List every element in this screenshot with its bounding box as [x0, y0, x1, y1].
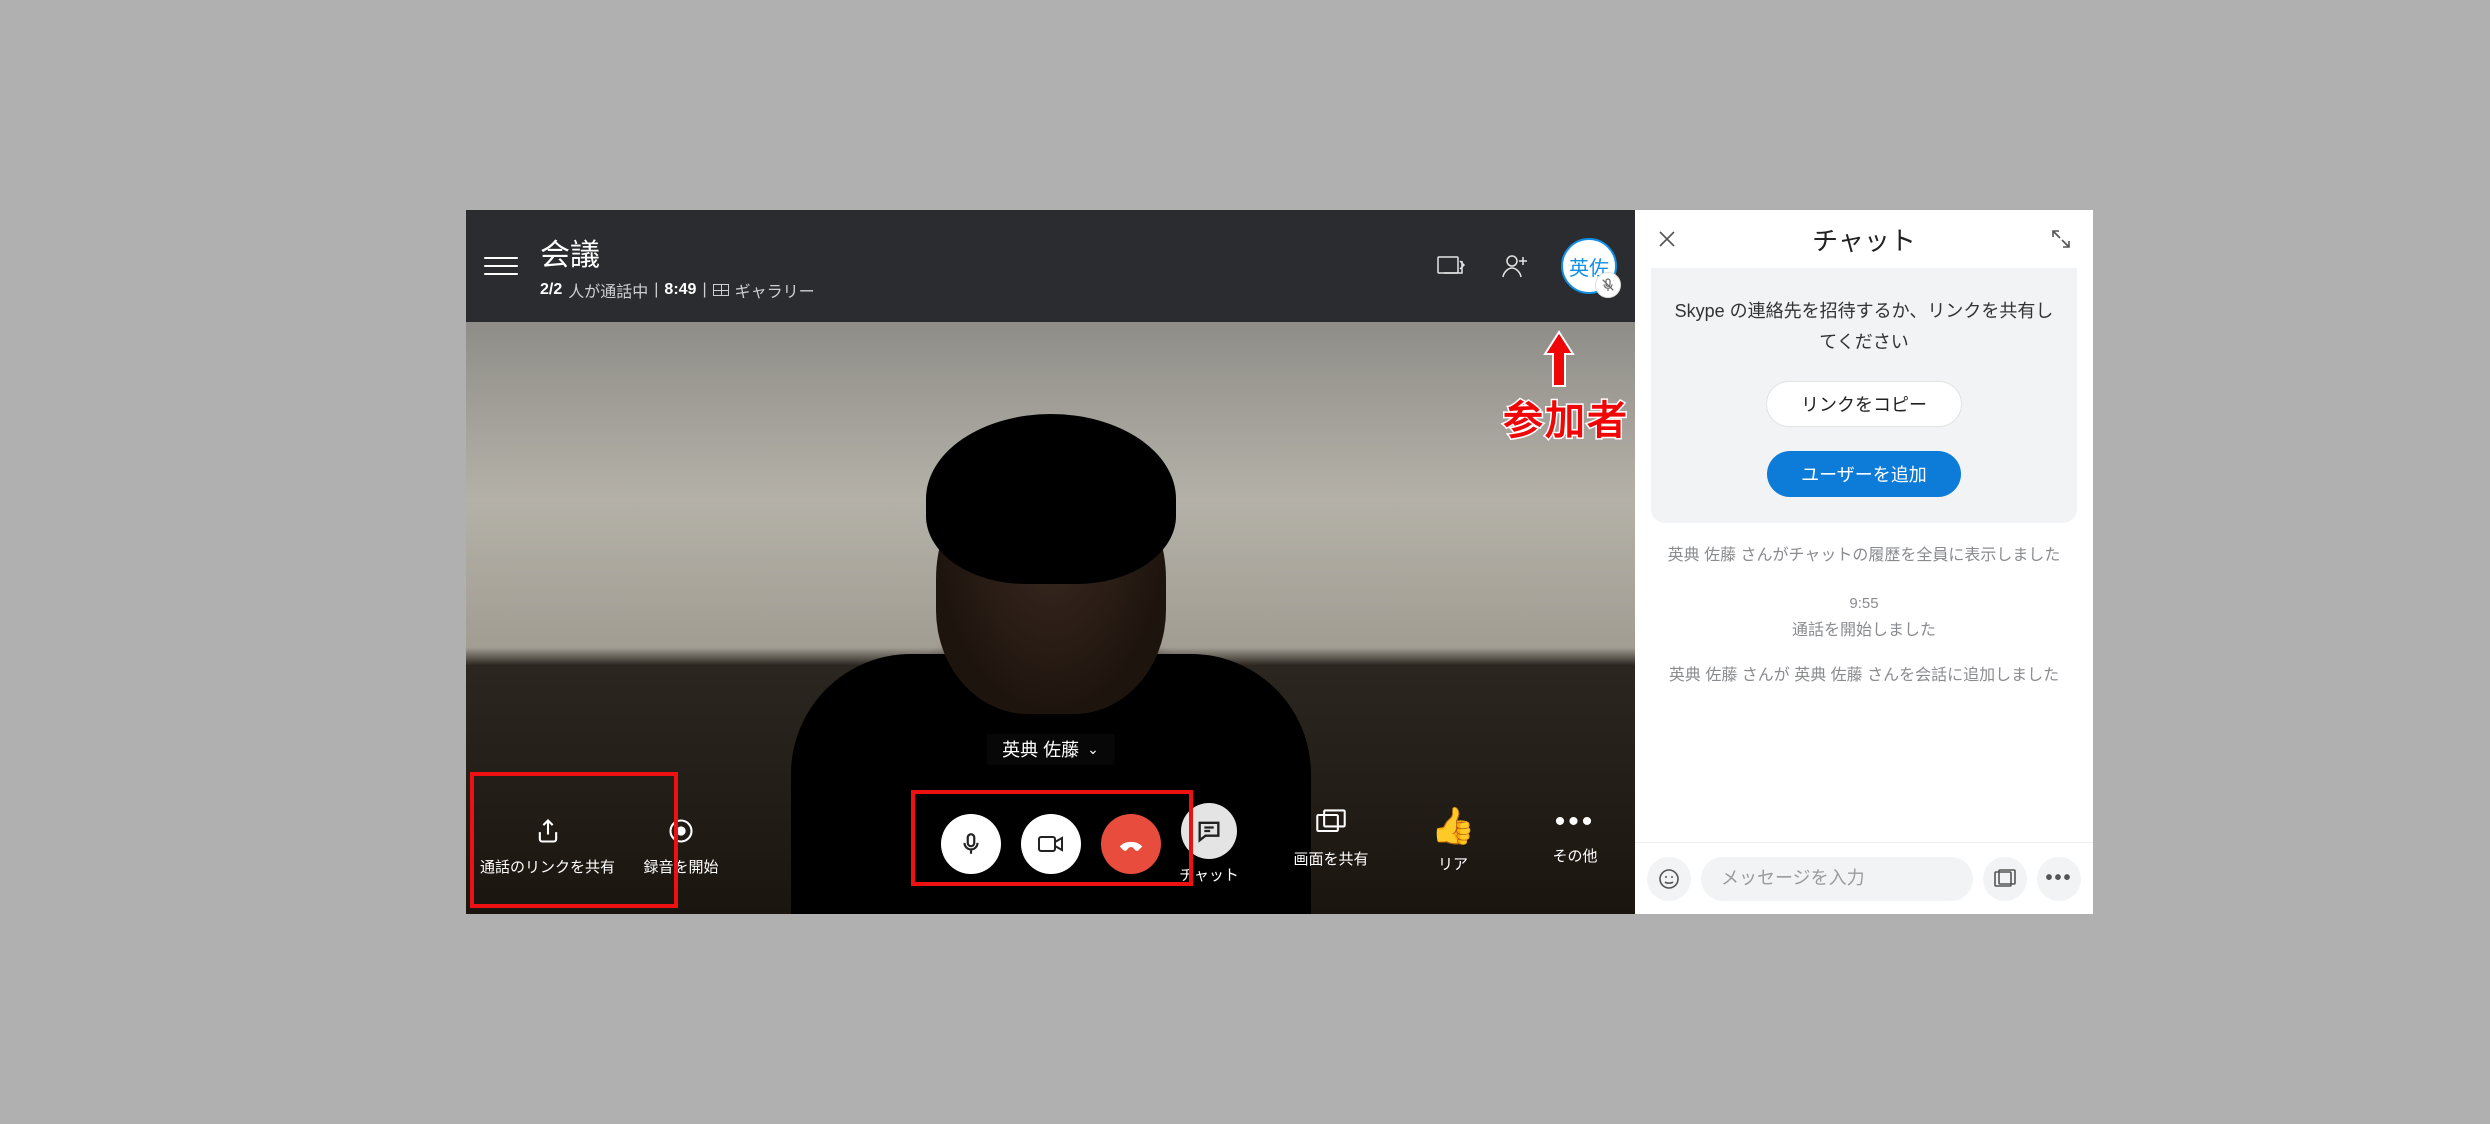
start-record-button[interactable]: 録音を開始 — [639, 811, 723, 878]
chat-panel: チャット Skype の連絡先を招待するか、リンクを共有してください リンクをコ… — [1635, 210, 2093, 914]
emoji-button[interactable] — [1647, 857, 1691, 901]
view-label: ギャラリー — [735, 278, 815, 302]
system-message-1: 英典 佐藤 さんがチャットの履歴を全員に表示しました — [1668, 543, 2061, 569]
system-message-2: 通話を開始しました — [1792, 618, 1936, 644]
copy-link-button[interactable]: リンクをコピー — [1766, 381, 1962, 427]
more-options-button[interactable]: ••• その他 — [1533, 803, 1617, 867]
mic-muted-icon — [1595, 272, 1621, 298]
invite-card: Skype の連絡先を招待するか、リンクを共有してください リンクをコピー ユー… — [1651, 268, 2077, 523]
more-label: その他 — [1552, 848, 1597, 867]
reaction-button[interactable]: 👍 リア — [1411, 803, 1495, 875]
attach-image-button[interactable] — [1983, 857, 2027, 901]
chevron-down-icon: ⌄ — [1087, 741, 1099, 758]
close-chat-button[interactable] — [1651, 223, 1683, 255]
call-header: 会議 2/2 人が通話中 | 8:49 | ギャラリー 英佐 — [466, 210, 1635, 322]
input-more-button[interactable]: ••• — [2037, 857, 2081, 901]
participants-count: 2/2 — [540, 281, 562, 299]
call-status-line: 2/2 人が通話中 | 8:49 | ギャラリー — [540, 278, 815, 302]
call-title-block: 会議 2/2 人が通話中 | 8:49 | ギャラリー — [540, 230, 815, 302]
share-screen-label: 画面を共有 — [1293, 851, 1368, 870]
system-message-3: 英典 佐藤 さんが 英典 佐藤 さんを会話に追加しました — [1669, 663, 2059, 689]
mic-toggle-button[interactable] — [941, 814, 1001, 874]
open-chat-button[interactable]: チャット — [1167, 803, 1251, 886]
timestamp: 9:55 — [1849, 595, 1878, 612]
record-icon — [661, 811, 701, 851]
add-user-label: ユーザーを追加 — [1801, 461, 1927, 487]
chat-input-row: ••• — [1635, 842, 2093, 914]
add-user-button[interactable]: ユーザーを追加 — [1767, 451, 1961, 497]
hangup-button[interactable] — [1101, 814, 1161, 874]
share-screen-icon — [1311, 803, 1351, 843]
chat-label: チャット — [1179, 867, 1239, 886]
share-icon — [528, 811, 568, 851]
status-label: 人が通話中 — [568, 278, 648, 302]
call-duration: 8:49 — [664, 281, 696, 299]
remote-participant-label[interactable]: 英典 佐藤 ⌄ — [986, 734, 1115, 765]
add-participant-button[interactable] — [1493, 244, 1537, 288]
thumbs-up-icon: 👍 — [1431, 803, 1476, 848]
reaction-label: リア — [1438, 856, 1468, 875]
status-sep2: | — [702, 281, 706, 299]
expand-chat-button[interactable] — [2045, 223, 2077, 255]
chat-icon — [1181, 803, 1237, 859]
chat-title: チャット — [1683, 221, 2045, 258]
self-avatar[interactable]: 英佐 — [1561, 238, 1617, 294]
camera-toggle-button[interactable] — [1021, 814, 1081, 874]
share-link-button[interactable]: 通話のリンクを共有 — [480, 811, 615, 878]
video-call-area: 会議 2/2 人が通話中 | 8:49 | ギャラリー 英佐 — [466, 210, 1635, 914]
grid-icon — [713, 284, 729, 296]
start-record-label: 録音を開始 — [644, 859, 719, 878]
copy-link-label: リンクをコピー — [1801, 391, 1927, 417]
share-screen-button[interactable]: 画面を共有 — [1289, 803, 1373, 870]
menu-button[interactable] — [484, 249, 518, 283]
invite-text: Skype の連絡先を招待するか、リンクを共有してください — [1673, 296, 2055, 357]
chat-header: チャット — [1635, 210, 2093, 268]
remote-participant-name: 英典 佐藤 — [1002, 736, 1079, 762]
share-link-label: 通話のリンクを共有 — [480, 859, 615, 878]
meeting-title: 会議 — [540, 230, 815, 274]
chat-body: Skype の連絡先を招待するか、リンクを共有してください リンクをコピー ユー… — [1635, 268, 2093, 842]
chat-message-input[interactable] — [1701, 857, 1973, 901]
status-sep: | — [654, 281, 658, 299]
call-controls: 通話のリンクを共有 録音を開始 — [466, 774, 1635, 914]
snap-layout-button[interactable] — [1429, 244, 1473, 288]
more-icon: ••• — [1555, 803, 1596, 841]
